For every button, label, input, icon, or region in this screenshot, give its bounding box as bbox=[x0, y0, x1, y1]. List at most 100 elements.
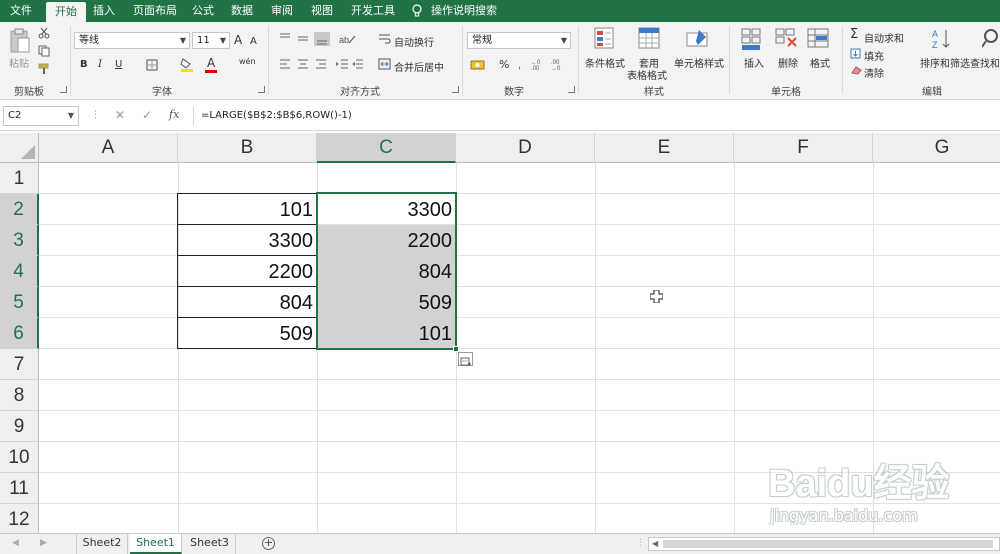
tab-insert[interactable]: 插入 bbox=[93, 0, 115, 22]
enter-icon[interactable]: ✓ bbox=[142, 108, 152, 122]
fill-icon[interactable] bbox=[850, 48, 861, 59]
paste-icon[interactable] bbox=[9, 28, 31, 54]
decimal-icons[interactable]: ←0.00 .00→0 bbox=[531, 58, 569, 71]
indent-icons[interactable] bbox=[336, 58, 366, 70]
font-color-button[interactable]: A bbox=[207, 56, 215, 70]
conditional-format-button[interactable]: 条件格式 bbox=[585, 55, 625, 70]
alignment-launcher[interactable] bbox=[452, 86, 459, 93]
quick-analysis-button[interactable] bbox=[458, 352, 473, 366]
cell-b3[interactable]: 3300 bbox=[177, 224, 318, 256]
scroll-thumb[interactable] bbox=[663, 540, 993, 548]
insert-function-icon[interactable]: fx bbox=[169, 108, 179, 121]
cell-styles-button[interactable]: 单元格样式 bbox=[674, 55, 724, 70]
percent-button[interactable]: % bbox=[499, 58, 509, 72]
decrease-font-button[interactable]: A bbox=[250, 35, 257, 49]
autosum-icon[interactable]: Σ bbox=[850, 28, 858, 42]
tab-page-layout[interactable]: 页面布局 bbox=[133, 0, 177, 22]
column-header-d[interactable]: D bbox=[456, 133, 595, 163]
sheet-tab-sheet2[interactable]: Sheet2 bbox=[76, 534, 128, 554]
tab-data[interactable]: 数据 bbox=[231, 0, 253, 22]
split-handle-icon[interactable]: ⋮ bbox=[636, 538, 645, 548]
font-size-combo[interactable]: 11 ▼ bbox=[192, 32, 230, 49]
cell-c6[interactable]: 101 bbox=[318, 318, 456, 349]
row-header-4[interactable]: 4 bbox=[0, 256, 39, 287]
sort-filter-icon[interactable]: AZ bbox=[930, 27, 954, 51]
cell-b5[interactable]: 804 bbox=[177, 286, 318, 318]
merge-center-button[interactable]: 合并后居中 bbox=[394, 59, 444, 74]
row-header-1[interactable]: 1 bbox=[0, 163, 39, 194]
clipboard-launcher[interactable] bbox=[60, 86, 67, 93]
sheet-tab-sheet1[interactable]: Sheet1 bbox=[130, 534, 182, 554]
bold-button[interactable]: B bbox=[80, 58, 88, 72]
row-header-7[interactable]: 7 bbox=[0, 349, 39, 380]
row-header-3[interactable]: 3 bbox=[0, 225, 39, 256]
cell-styles-icon[interactable] bbox=[686, 27, 710, 51]
vertical-align-icons[interactable] bbox=[278, 32, 330, 46]
column-header-e[interactable]: E bbox=[595, 133, 734, 163]
format-painter-icon[interactable] bbox=[38, 63, 50, 75]
scroll-left-icon[interactable]: ◀ bbox=[652, 539, 658, 548]
fill-color-icon[interactable] bbox=[180, 57, 194, 72]
font-name-combo[interactable]: 等线 ▼ bbox=[74, 32, 190, 49]
conditional-format-icon[interactable] bbox=[594, 27, 618, 51]
find-select-icon[interactable] bbox=[982, 27, 1000, 51]
row-header-9[interactable]: 9 bbox=[0, 411, 39, 442]
worksheet-grid[interactable]: A B C D E F G 1 2 3 4 5 6 7 8 9 10 11 12… bbox=[0, 133, 1000, 533]
underline-button[interactable]: U bbox=[115, 58, 122, 72]
column-header-c[interactable]: C bbox=[317, 133, 456, 163]
column-header-g[interactable]: G bbox=[873, 133, 1000, 163]
horizontal-scrollbar[interactable]: ◀ bbox=[648, 537, 1000, 551]
delete-cells-icon[interactable] bbox=[775, 27, 799, 51]
tab-file[interactable]: 文件 bbox=[10, 0, 32, 22]
cell-b2[interactable]: 101 bbox=[177, 193, 318, 225]
format-cells-button[interactable]: 格式 bbox=[810, 55, 830, 70]
cell-c2[interactable]: 3300 bbox=[318, 194, 456, 225]
number-launcher[interactable] bbox=[568, 86, 575, 93]
insert-cells-icon[interactable] bbox=[741, 27, 765, 51]
merge-center-icon[interactable] bbox=[378, 58, 391, 70]
row-header-6[interactable]: 6 bbox=[0, 318, 39, 349]
tab-view[interactable]: 视图 bbox=[311, 0, 333, 22]
name-box[interactable]: C2 ▼ bbox=[3, 106, 79, 126]
tab-review[interactable]: 审阅 bbox=[271, 0, 293, 22]
horizontal-align-icons[interactable] bbox=[278, 58, 328, 70]
format-as-table-label2[interactable]: 表格格式 bbox=[627, 67, 667, 82]
tab-developer[interactable]: 开发工具 bbox=[351, 0, 395, 22]
copy-icon[interactable] bbox=[38, 45, 50, 57]
delete-cells-button[interactable]: 删除 bbox=[778, 55, 798, 70]
sort-filter-button[interactable]: 排序和筛选 bbox=[920, 55, 970, 70]
cell-c4[interactable]: 804 bbox=[318, 256, 456, 287]
wrap-text-icon[interactable] bbox=[378, 33, 391, 45]
fill-button[interactable]: 填充 bbox=[864, 48, 884, 63]
cell-b4[interactable]: 2200 bbox=[177, 255, 318, 287]
wrap-text-button[interactable]: 自动换行 bbox=[394, 34, 434, 49]
phonetic-button[interactable]: wén bbox=[239, 55, 256, 69]
row-header-11[interactable]: 11 bbox=[0, 473, 39, 504]
row-header-2[interactable]: 2 bbox=[0, 194, 39, 225]
increase-font-button[interactable]: A bbox=[234, 33, 242, 47]
cut-icon[interactable] bbox=[38, 27, 50, 39]
cell-c3[interactable]: 2200 bbox=[318, 225, 456, 256]
autosum-button[interactable]: 自动求和 bbox=[864, 30, 904, 45]
cancel-icon[interactable]: ✕ bbox=[115, 108, 125, 122]
sheet-scroll-right-icon[interactable]: ▶ bbox=[40, 538, 47, 548]
tab-home[interactable]: 开始 bbox=[46, 2, 86, 22]
row-header-5[interactable]: 5 bbox=[0, 287, 39, 318]
font-launcher[interactable] bbox=[258, 86, 265, 93]
borders-icon[interactable] bbox=[146, 59, 159, 71]
column-header-f[interactable]: F bbox=[734, 133, 873, 163]
paste-button[interactable]: 粘贴 bbox=[9, 55, 29, 70]
clear-button[interactable]: 清除 bbox=[864, 65, 884, 80]
orientation-icon[interactable]: ab bbox=[338, 33, 356, 45]
find-select-button[interactable]: 查找和 bbox=[970, 55, 1000, 70]
add-sheet-button[interactable]: + bbox=[262, 537, 275, 550]
insert-cells-button[interactable]: 插入 bbox=[744, 55, 764, 70]
row-header-8[interactable]: 8 bbox=[0, 380, 39, 411]
column-header-b[interactable]: B bbox=[178, 133, 317, 163]
tell-me-search[interactable]: 操作说明搜索 bbox=[431, 0, 497, 22]
format-cells-icon[interactable] bbox=[807, 27, 831, 51]
row-header-12[interactable]: 12 bbox=[0, 504, 39, 533]
italic-button[interactable]: I bbox=[98, 58, 102, 72]
tab-formulas[interactable]: 公式 bbox=[192, 0, 214, 22]
comma-style-icon[interactable]: , bbox=[515, 58, 529, 70]
